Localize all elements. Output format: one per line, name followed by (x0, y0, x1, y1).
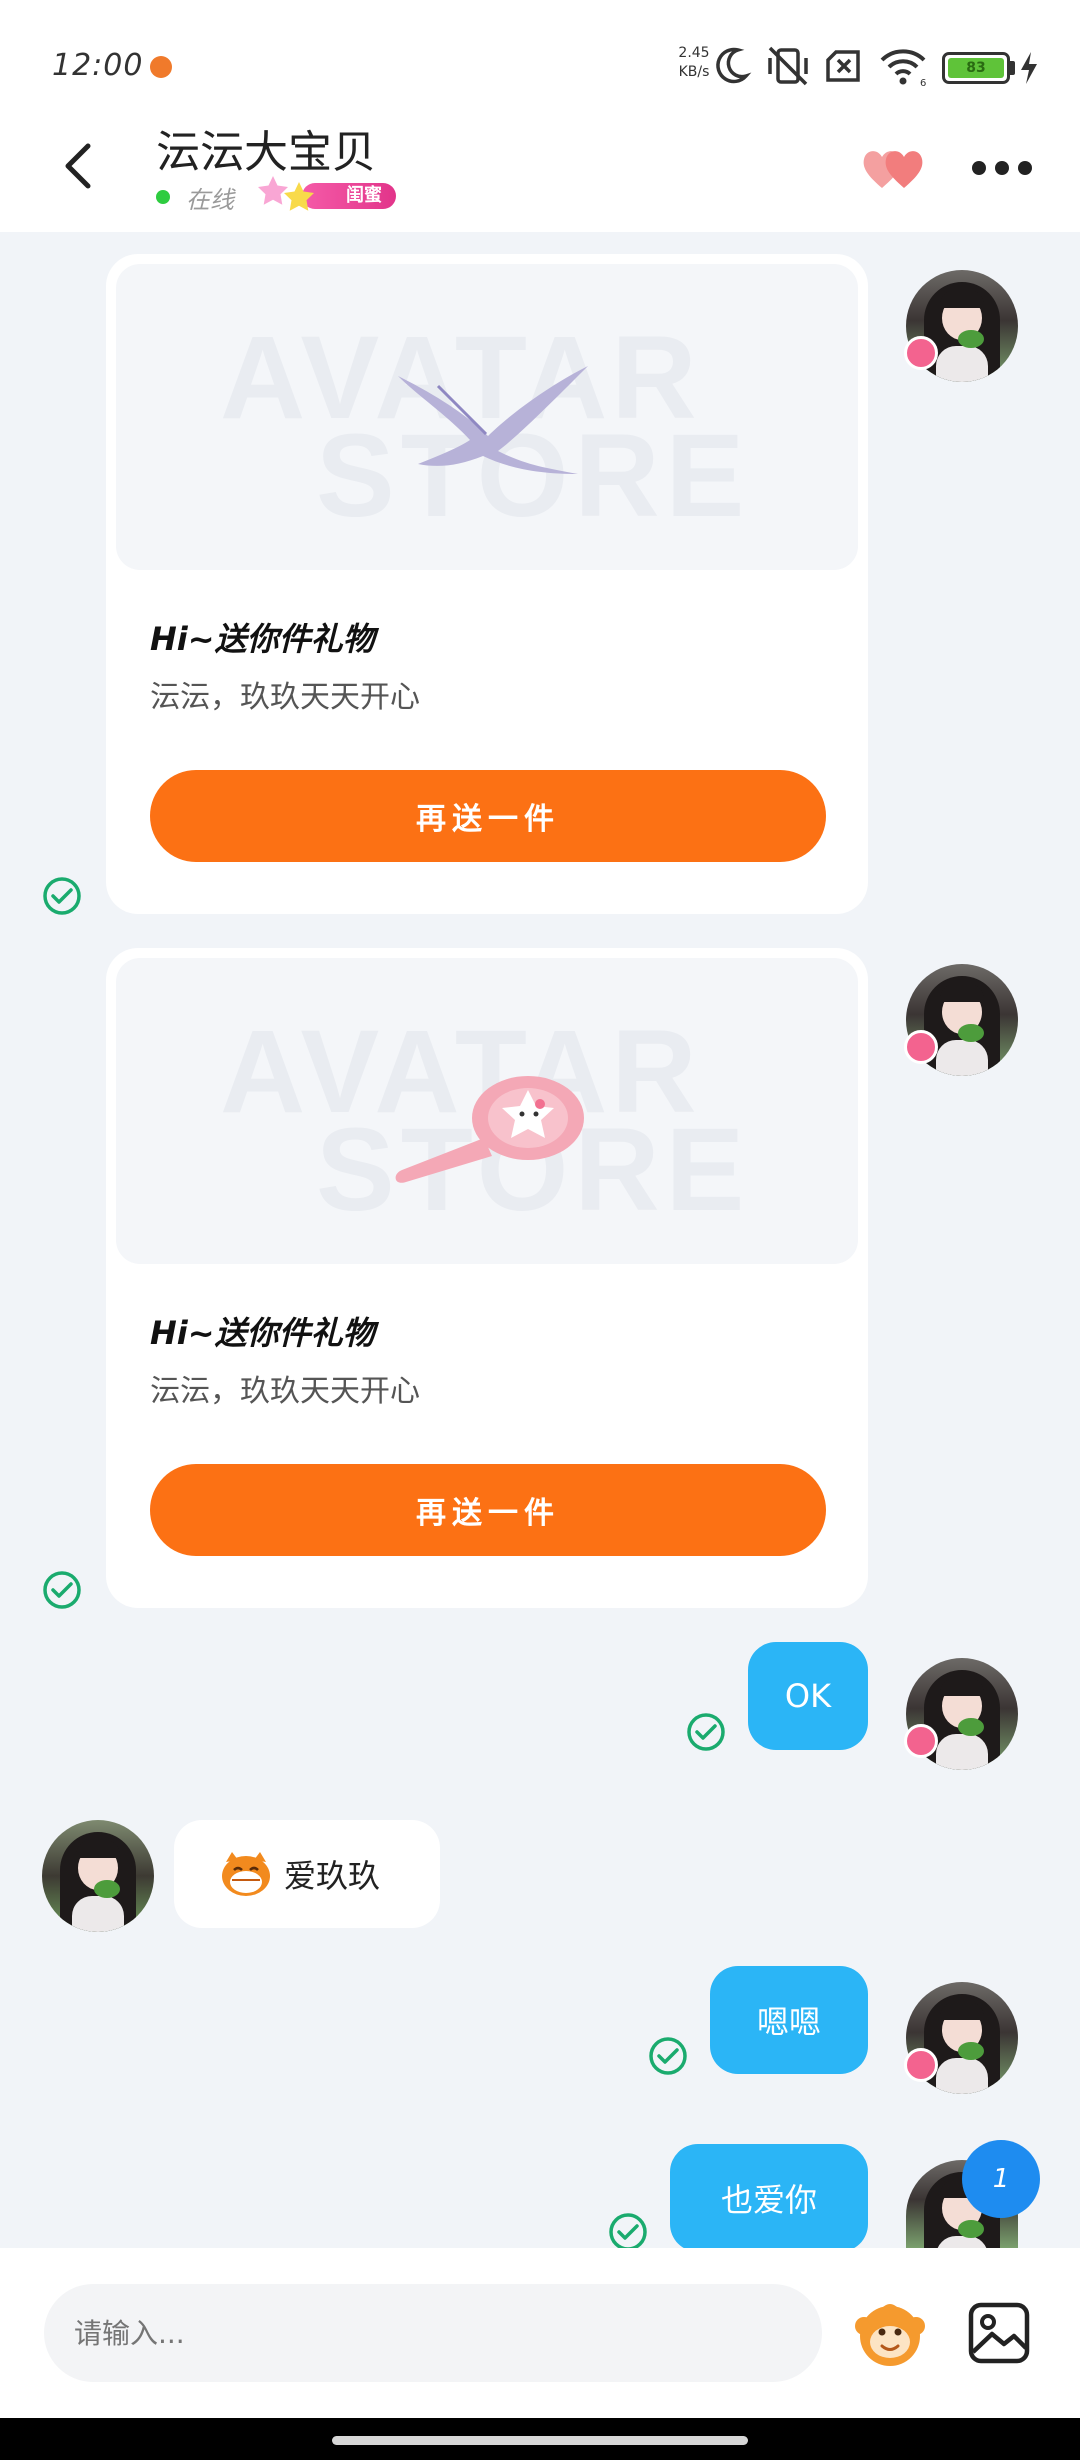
unread-count-badge[interactable]: 1 (962, 2140, 1040, 2218)
read-check-icon (609, 2213, 647, 2251)
chat-header: 沄沄大宝贝 在线 闺蜜 (0, 100, 1080, 232)
no-sim-icon (826, 50, 860, 82)
home-indicator[interactable] (332, 2436, 748, 2445)
avatar-leaf (958, 1024, 984, 1042)
avatar-decoration-icon (904, 1724, 938, 1758)
gift-subtitle: 沄沄，玖玖天天开心 (150, 1374, 420, 1409)
outgoing-message-bubble[interactable]: 嗯嗯 (710, 1966, 868, 2074)
avatar-leaf (94, 1880, 120, 1898)
avatar-bangs (940, 984, 984, 1002)
svg-text:6: 6 (920, 78, 926, 88)
avatar-dress (936, 2058, 988, 2094)
battery-level: 83 (948, 58, 1004, 78)
network-speed-value: 2.45 (678, 45, 710, 61)
system-navigation-bar (0, 2418, 1080, 2460)
read-check-icon (649, 2037, 687, 2075)
gift-subtitle: 沄沄，玖玖天天开心 (150, 680, 420, 715)
avatar-leaf (958, 2042, 984, 2060)
intimacy-hearts-icon[interactable] (860, 144, 928, 192)
more-dot (972, 161, 986, 175)
outgoing-message-bubble[interactable]: OK (748, 1642, 868, 1750)
battery-icon: 83 (942, 52, 1010, 84)
contact-avatar[interactable] (42, 1820, 154, 1932)
badge-label: 闺蜜 (302, 183, 396, 209)
more-options-button[interactable] (972, 158, 1032, 178)
avatar-bangs (76, 1840, 120, 1858)
dove-icon (398, 366, 588, 474)
avatar-dress (72, 1896, 124, 1932)
message-text: 爱玖玖 (284, 1857, 381, 1895)
avatar-decoration-icon (904, 336, 938, 370)
wifi-icon: 6 (880, 49, 926, 88)
gift-title: Hi~送你件礼物 (150, 1314, 375, 1352)
avatar-bangs (940, 2002, 984, 2020)
message-input[interactable] (44, 2284, 822, 2382)
network-speed-unit: KB/s (678, 64, 710, 80)
avatar-decoration-icon (904, 2048, 938, 2082)
incoming-message-bubble[interactable]: 爱玖玖 (174, 1820, 440, 1928)
spoon-icon (395, 1076, 584, 1183)
charging-icon (1021, 52, 1037, 84)
status-time: 12:00 (52, 48, 144, 83)
gift-title: Hi~送你件礼物 (150, 620, 375, 658)
laughing-emoji-icon (222, 1852, 270, 1896)
gift-image[interactable]: AVATAR STORE (116, 264, 858, 570)
input-bar (0, 2248, 1080, 2418)
relationship-badge[interactable]: 闺蜜 (256, 170, 396, 216)
gift-image[interactable]: AVATAR STORE (116, 958, 858, 1264)
notification-app-icon (150, 56, 172, 78)
battery-cap (1010, 61, 1015, 75)
more-dot (995, 161, 1009, 175)
send-another-gift-button[interactable]: 再送一件 (150, 1464, 826, 1556)
outgoing-message-bubble[interactable]: 也爱你 (670, 2144, 868, 2252)
avatar-dress (936, 1734, 988, 1770)
send-another-gift-button[interactable]: 再送一件 (150, 770, 826, 862)
network-speed: 2.45 KB/s (672, 44, 716, 82)
avatar-bangs (940, 290, 984, 308)
read-check-icon (43, 877, 81, 915)
vibrate-off-icon (768, 46, 808, 86)
back-button[interactable] (50, 136, 110, 196)
avatar-leaf (958, 2220, 984, 2238)
avatar-bangs (940, 1678, 984, 1696)
gift-message-card: AVATAR STORE Hi~送你件礼物 沄沄，玖玖天天开心 再送一件 (106, 254, 868, 914)
avatar-leaf (958, 1718, 984, 1736)
online-status-dot (156, 190, 170, 204)
avatar-dress (936, 1040, 988, 1076)
moon-icon (716, 47, 752, 84)
emoji-button-icon[interactable] (852, 2296, 928, 2372)
more-dot (1018, 161, 1032, 175)
star-icon (284, 182, 314, 211)
avatar-dress (936, 346, 988, 382)
avatar-leaf (958, 330, 984, 348)
read-check-icon (687, 1713, 725, 1751)
gift-message-card: AVATAR STORE Hi~送你件礼物 沄沄，玖玖天天开心 再送一件 (106, 948, 868, 1608)
avatar-decoration-icon (904, 1030, 938, 1064)
image-picker-icon[interactable] (966, 2300, 1032, 2366)
read-check-icon (43, 1571, 81, 1609)
online-status-text: 在线 (186, 186, 234, 214)
